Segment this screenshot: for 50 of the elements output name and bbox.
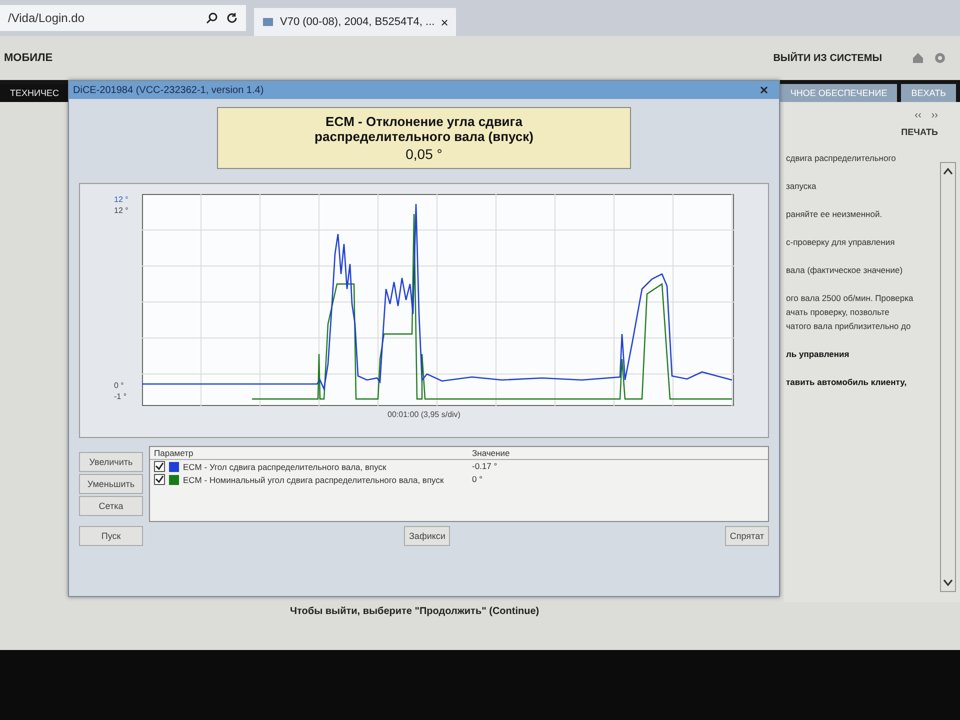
reading-title: ECM - Отклонение угла сдвига распределительного вала (впуск) (314, 114, 534, 144)
search-icon[interactable] (206, 12, 218, 24)
instruction-text: сдвига распределительного (786, 152, 897, 165)
reading-value: 0,05 ° (406, 146, 442, 162)
page-nav-link[interactable]: ‹‹ (914, 110, 922, 121)
dialog-title: DiCE-201984 (VCC-232362-1, version 1.4) (73, 84, 265, 96)
instruction-text: ль управления (786, 348, 850, 361)
print-link[interactable]: ПЕЧАТЬ (901, 127, 938, 137)
axis-label: -1 ° (114, 391, 128, 402)
page-icon (262, 16, 274, 28)
instruction-text: чатого вала приблизительно до (786, 320, 912, 333)
table-cell: ECM - Угол сдвига распределительного вала, впуск (183, 462, 386, 472)
chevron-up-icon[interactable] (943, 167, 953, 175)
home-icon[interactable] (912, 52, 924, 64)
header-title: МОБИЛЕ (4, 52, 54, 64)
axis-label: 12 ° (114, 205, 130, 216)
start-button[interactable]: Пуск (79, 526, 143, 546)
instruction-text: ачать проверку, позвольте (786, 306, 890, 319)
instruction-text: раняйте ее неизменной. (786, 208, 884, 221)
axis-label: 0 ° (114, 380, 125, 391)
chevron-down-icon[interactable] (943, 579, 953, 587)
table-cell-text: 0 ° (471, 473, 484, 486)
tab-close-button[interactable]: × (440, 14, 448, 30)
hide-button[interactable]: Спрятат (724, 526, 769, 546)
chart-button[interactable]: Увеличить (79, 452, 143, 472)
column-header: Значение (471, 447, 511, 459)
checkbox[interactable] (154, 461, 165, 472)
instruction-text: тавить автомобиль клиенту, (786, 376, 908, 389)
instruction-text: ого вала 2500 об/мин. Проверка (786, 292, 914, 305)
chart-button[interactable]: Сетка (79, 496, 143, 516)
gear-icon[interactable] (934, 52, 946, 64)
table-cell-text: -0.17 ° (471, 460, 498, 473)
instruction-text: вала (фактическое значение) (786, 264, 904, 277)
checkbox[interactable] (154, 474, 165, 485)
table-cell: ECM - Номинальный угол сдвига распределительного вала, впуск (183, 474, 444, 484)
instruction-text: Чтобы выйти, выберите "Продолжить" (Continue) (290, 606, 540, 617)
close-icon[interactable] (759, 85, 769, 95)
instruction-text: запуска (786, 180, 818, 193)
axis-label: 12 ° (114, 194, 130, 205)
axis-label: 00:01:00 (3,95 s/div) (388, 410, 460, 419)
fix-button[interactable]: Зафикси (404, 526, 450, 546)
instruction-text: с-проверку для управления (786, 236, 896, 249)
column-header: Параметр (153, 447, 194, 459)
address-field[interactable]: /Vida/Login.do (0, 5, 246, 31)
logout-link[interactable]: ВЫЙТИ ИЗ СИСТЕМЫ (773, 52, 882, 64)
nav-tab[interactable]: ТЕХНИЧЕС (0, 84, 69, 102)
browser-tab[interactable]: V70 (00-08), 2004, B5254T4, ... × (254, 8, 456, 36)
chart-button[interactable]: Уменьшить (79, 474, 143, 494)
page-nav-link[interactable]: ›› (931, 110, 938, 121)
refresh-icon[interactable] (226, 12, 238, 24)
